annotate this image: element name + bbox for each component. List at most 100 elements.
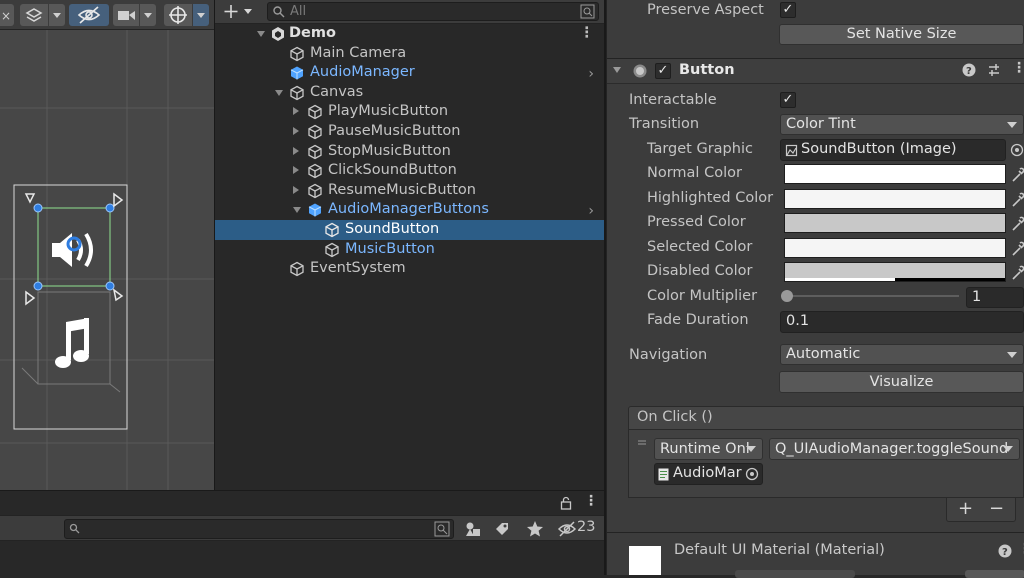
foldout-arrow-icon[interactable] bbox=[613, 67, 621, 73]
visibility-off-icon[interactable] bbox=[557, 521, 577, 537]
edit-shader-button[interactable] bbox=[965, 570, 1024, 578]
eyedropper-icon[interactable] bbox=[1010, 264, 1024, 282]
more-options-icon[interactable]: ⋮ bbox=[1018, 541, 1024, 557]
selected-color-label: Selected Color bbox=[647, 239, 753, 255]
hierarchy-row-audiomanager[interactable]: AudioManager › bbox=[215, 63, 604, 83]
hierarchy-row-soundbutton[interactable]: SoundButton bbox=[215, 220, 604, 240]
add-listener-button[interactable]: + bbox=[958, 498, 973, 519]
onclick-function-dropdown[interactable]: Q_UIAudioManager.toggleSound bbox=[769, 438, 1020, 460]
hierarchy-search-input[interactable]: All bbox=[267, 2, 599, 21]
script-file-icon bbox=[658, 468, 669, 481]
more-options-icon[interactable]: ⋮ bbox=[584, 493, 598, 509]
filter-by-type-icon[interactable] bbox=[464, 520, 482, 538]
search-options-icon[interactable] bbox=[580, 4, 595, 19]
help-icon[interactable]: ? bbox=[962, 63, 976, 77]
svg-text:×: × bbox=[1, 9, 11, 23]
foldout-arrow-icon[interactable] bbox=[293, 185, 299, 194]
hierarchy-toolbar: All bbox=[215, 0, 604, 24]
eyedropper-icon[interactable] bbox=[1010, 215, 1024, 233]
search-icon bbox=[273, 6, 285, 18]
label-tag-icon[interactable] bbox=[494, 521, 510, 537]
visualize-button[interactable]: Visualize bbox=[779, 371, 1024, 393]
interactable-checkbox[interactable]: ✓ bbox=[780, 92, 796, 108]
transition-dropdown[interactable]: Color Tint bbox=[780, 114, 1024, 135]
hierarchy-item-label: ResumeMusicButton bbox=[328, 181, 476, 198]
layers-dropdown[interactable] bbox=[49, 4, 65, 26]
image-icon bbox=[785, 144, 798, 157]
camera-icon[interactable] bbox=[113, 4, 139, 26]
favorite-star-icon[interactable] bbox=[526, 520, 544, 538]
layers-icon[interactable] bbox=[20, 4, 48, 26]
color-multiplier-field[interactable]: 1 bbox=[966, 287, 1024, 308]
chevron-right-icon[interactable]: › bbox=[588, 202, 594, 221]
scene-view[interactable]: × bbox=[0, 0, 214, 490]
visibility-off-icon[interactable] bbox=[69, 4, 109, 26]
fade-duration-label: Fade Duration bbox=[647, 312, 749, 328]
alpha-bar bbox=[785, 278, 895, 281]
foldout-arrow-icon[interactable] bbox=[275, 89, 283, 96]
search-options-icon[interactable] bbox=[434, 521, 450, 537]
disabled-color-swatch[interactable] bbox=[784, 262, 1006, 282]
search-icon bbox=[69, 523, 80, 534]
hierarchy-row-canvas[interactable]: Canvas bbox=[215, 83, 604, 103]
navigation-dropdown[interactable]: Automatic bbox=[780, 344, 1024, 365]
add-object-button[interactable] bbox=[223, 1, 257, 21]
pressed-color-swatch[interactable] bbox=[784, 213, 1006, 233]
foldout-arrow-icon[interactable] bbox=[293, 207, 301, 214]
alpha-bar-remainder bbox=[895, 278, 1005, 281]
set-native-size-button[interactable]: Set Native Size bbox=[779, 24, 1024, 45]
hierarchy-row-musicbutton[interactable]: MusicButton bbox=[215, 240, 604, 260]
hierarchy-row-eventsystem[interactable]: EventSystem bbox=[215, 259, 604, 279]
camera-dropdown[interactable] bbox=[140, 4, 156, 26]
close-icon[interactable]: × bbox=[0, 4, 14, 26]
gizmo-icon[interactable] bbox=[164, 4, 192, 26]
gizmo-dropdown[interactable] bbox=[193, 4, 209, 26]
onclick-runtime-dropdown[interactable]: Runtime Onl bbox=[654, 438, 763, 460]
remove-listener-button[interactable]: − bbox=[989, 498, 1004, 519]
foldout-arrow-icon[interactable] bbox=[293, 107, 299, 116]
selected-color-swatch[interactable] bbox=[784, 238, 1006, 258]
preserve-aspect-checkbox[interactable]: ✓ bbox=[780, 2, 796, 18]
target-graphic-field[interactable]: SoundButton (Image) bbox=[780, 139, 1006, 161]
hierarchy-row-playmusicbutton[interactable]: PlayMusicButton bbox=[215, 102, 604, 122]
hierarchy-row-demo[interactable]: Demo ⋮ bbox=[215, 24, 604, 44]
color-multiplier-slider-track[interactable] bbox=[787, 295, 959, 297]
hierarchy-row-audiomanagerbuttons[interactable]: AudioManagerButtons › bbox=[215, 200, 604, 220]
project-search-input[interactable] bbox=[64, 519, 454, 539]
project-toolbar: 23 bbox=[0, 515, 604, 541]
target-graphic-label: Target Graphic bbox=[647, 141, 753, 157]
hierarchy-row-pausemusicbutton[interactable]: PauseMusicButton bbox=[215, 122, 604, 142]
hierarchy-row-resumemusicbutton[interactable]: ResumeMusicButton bbox=[215, 181, 604, 201]
hierarchy-row-main-camera[interactable]: Main Camera bbox=[215, 44, 604, 64]
component-enabled-checkbox[interactable]: ✓ bbox=[655, 63, 671, 79]
foldout-arrow-icon[interactable] bbox=[257, 31, 265, 37]
cube-outline-icon bbox=[308, 183, 322, 199]
search-placeholder: All bbox=[290, 4, 307, 19]
chevron-right-icon[interactable]: › bbox=[588, 65, 594, 84]
highlighted-color-swatch[interactable] bbox=[784, 189, 1006, 209]
shader-dropdown[interactable] bbox=[735, 570, 855, 578]
foldout-arrow-icon[interactable] bbox=[293, 146, 299, 155]
object-picker-icon[interactable] bbox=[1010, 143, 1024, 157]
foldout-arrow-icon[interactable] bbox=[293, 127, 299, 135]
more-options-icon[interactable]: ⋮ bbox=[580, 24, 595, 43]
help-icon[interactable]: ? bbox=[998, 544, 1012, 558]
color-multiplier-slider-thumb[interactable] bbox=[781, 290, 793, 302]
hierarchy-item-label: StopMusicButton bbox=[328, 142, 451, 159]
hierarchy-row-stopmusicbutton[interactable]: StopMusicButton bbox=[215, 142, 604, 162]
eyedropper-icon[interactable] bbox=[1010, 240, 1024, 258]
normal-color-swatch[interactable] bbox=[784, 164, 1006, 184]
project-tabbar: ⋮ bbox=[0, 491, 604, 515]
normal-color-label: Normal Color bbox=[647, 165, 742, 181]
object-picker-icon[interactable] bbox=[745, 467, 759, 481]
lock-icon[interactable] bbox=[560, 496, 572, 510]
eyedropper-icon[interactable] bbox=[1010, 191, 1024, 209]
foldout-arrow-icon[interactable] bbox=[293, 166, 299, 175]
fade-duration-field[interactable]: 0.1 bbox=[780, 311, 1024, 333]
preset-sliders-icon[interactable] bbox=[987, 63, 1001, 77]
eyedropper-icon[interactable] bbox=[1010, 166, 1024, 184]
hierarchy-row-clicksoundbutton[interactable]: ClickSoundButton bbox=[215, 161, 604, 181]
more-options-icon[interactable]: ⋮ bbox=[1012, 60, 1024, 76]
cube-outline-icon bbox=[290, 46, 304, 61]
hierarchy-item-label: SoundButton bbox=[345, 221, 440, 237]
